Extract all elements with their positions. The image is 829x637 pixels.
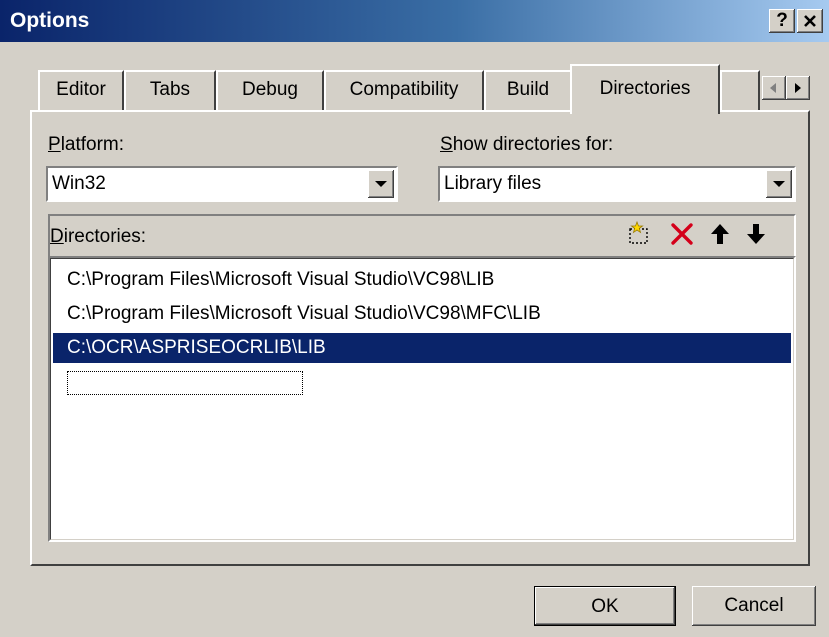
directories-list[interactable]: C:\Program Files\Microsoft Visual Studio… <box>48 256 796 542</box>
list-item-selected[interactable]: C:\OCR\ASPRISEOCRLIB\LIB <box>53 333 791 363</box>
platform-label: Platform: <box>48 134 125 155</box>
list-item[interactable]: C:\Program Files\Microsoft Visual Studio… <box>67 299 541 329</box>
close-icon <box>804 15 816 27</box>
chevron-down-icon[interactable] <box>766 170 792 198</box>
tab-partial-next[interactable] <box>720 70 760 110</box>
title-bar[interactable]: Options ? <box>0 0 829 42</box>
close-button[interactable] <box>797 9 823 33</box>
delete-x-icon[interactable] <box>668 220 696 248</box>
tab-compatibility[interactable]: Compatibility <box>324 70 484 110</box>
list-item[interactable]: C:\Program Files\Microsoft Visual Studio… <box>67 265 494 295</box>
platform-select[interactable]: Win32 <box>46 166 398 202</box>
options-dialog: Options ? Editor Tabs Debug Compatibilit… <box>0 0 829 637</box>
tab-debug[interactable]: Debug <box>216 70 324 110</box>
show-directories-select[interactable]: Library files <box>438 166 796 202</box>
move-down-arrow-icon[interactable] <box>742 220 770 248</box>
tab-scroll-right-button[interactable] <box>786 76 810 100</box>
tab-editor[interactable]: Editor <box>38 70 124 110</box>
platform-value: Win32 <box>52 173 106 194</box>
triangle-right-icon <box>795 83 801 93</box>
tab-directories[interactable]: Directories <box>570 64 720 114</box>
ok-button[interactable]: OK <box>534 586 676 626</box>
window-title: Options <box>10 9 90 32</box>
chevron-down-icon[interactable] <box>368 170 394 198</box>
tab-build[interactable]: Build <box>484 70 572 110</box>
show-directories-label: Show directories for: <box>440 134 614 155</box>
new-folder-icon[interactable] <box>626 220 654 248</box>
tab-tabs[interactable]: Tabs <box>124 70 216 110</box>
new-entry-placeholder[interactable] <box>67 371 303 395</box>
cancel-button[interactable]: Cancel <box>692 586 816 626</box>
help-button[interactable]: ? <box>769 9 795 33</box>
show-directories-value: Library files <box>444 173 542 194</box>
move-up-arrow-icon[interactable] <box>706 220 734 248</box>
triangle-left-icon <box>770 83 776 93</box>
tab-scroll-left-button[interactable] <box>762 76 786 100</box>
directories-label: Directories: <box>50 226 147 247</box>
